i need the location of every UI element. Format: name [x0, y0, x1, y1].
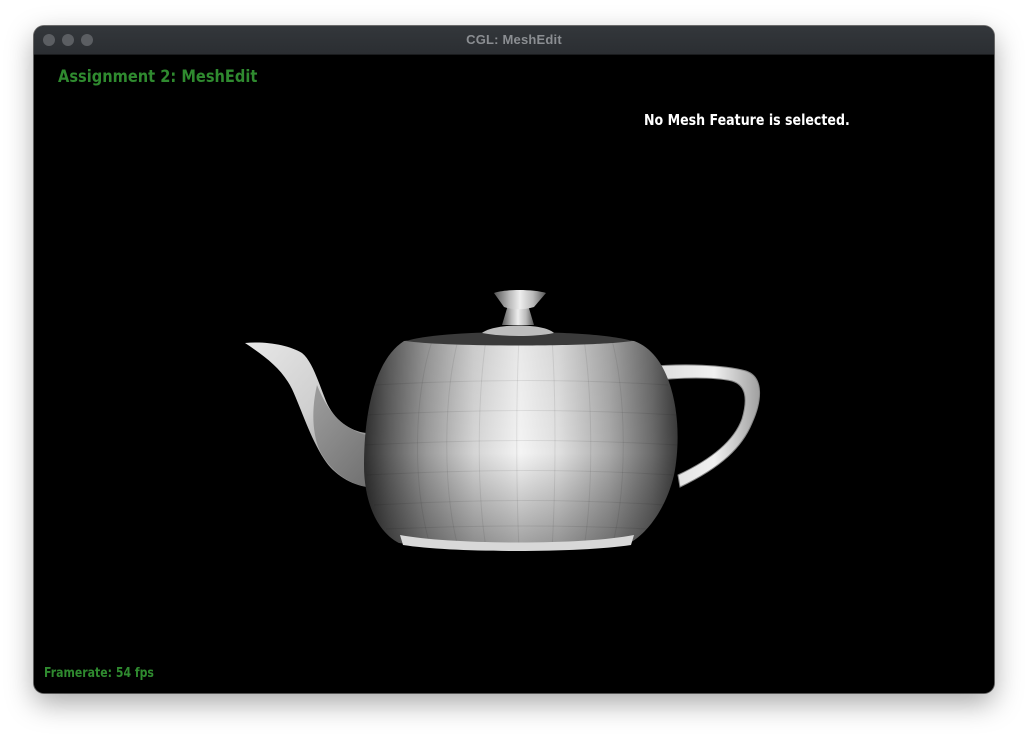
teapot-knob [494, 290, 546, 310]
teapot-lid-dome [482, 325, 554, 336]
teapot-spout-shadow [313, 385, 367, 487]
window-title: CGL: MeshEdit [466, 32, 562, 47]
app-window: CGL: MeshEdit Assignment 2: MeshEdit No … [34, 26, 994, 693]
assignment-title: Assignment 2: MeshEdit [58, 67, 258, 87]
teapot-mesh[interactable] [34, 55, 994, 693]
framerate-readout: Framerate: 54 fps [44, 666, 154, 681]
3d-viewport[interactable]: Assignment 2: MeshEdit No Mesh Feature i… [34, 55, 994, 693]
title-bar[interactable]: CGL: MeshEdit [34, 26, 994, 55]
selection-status: No Mesh Feature is selected. [644, 111, 850, 129]
